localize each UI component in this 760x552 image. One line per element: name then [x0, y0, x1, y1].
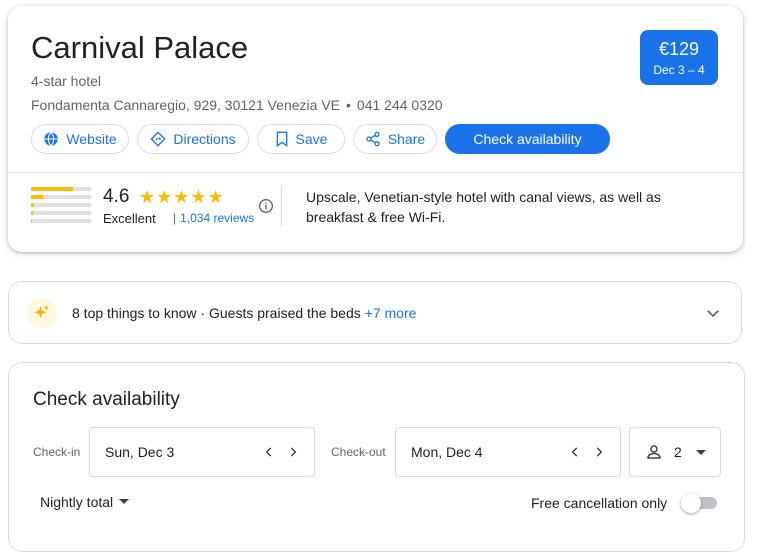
website-button[interactable]: Website: [31, 124, 129, 154]
guests-selector[interactable]: 2: [629, 427, 721, 477]
rating-distribution: [31, 187, 91, 227]
checkin-field[interactable]: Sun, Dec 3: [89, 427, 315, 477]
tips-separator: ·: [196, 305, 209, 321]
rating-bar-5: [31, 187, 91, 191]
person-icon: [647, 445, 661, 459]
check-availability-button[interactable]: Check availability: [445, 124, 610, 154]
price-amount: €129: [658, 39, 700, 59]
toggle-knob: [681, 493, 701, 513]
chevron-right-icon[interactable]: [592, 444, 606, 460]
checkout-label: Check-out: [331, 445, 386, 459]
rating-stars: ★★★★★: [139, 187, 225, 207]
rating-bar-1: [31, 219, 91, 223]
free-cancellation-toggle[interactable]: [681, 493, 717, 513]
check-availability-title: Check availability: [33, 389, 180, 410]
bookmark-icon: [276, 131, 287, 147]
hotel-class: 4-star hotel: [31, 73, 102, 89]
dropdown-arrow-icon: [119, 499, 130, 504]
chevron-down-icon[interactable]: [704, 304, 722, 322]
guests-count: 2: [674, 444, 682, 460]
chevron-left-icon[interactable]: [262, 444, 276, 460]
price-dates: Dec 3 – 4: [653, 63, 705, 77]
hotel-address: Fondamenta Cannaregio, 929, 30121 Venezi…: [31, 97, 341, 113]
rating-bar-4: [31, 195, 91, 199]
checkin-label: Check-in: [33, 445, 81, 459]
directions-icon: [150, 131, 166, 147]
hotel-phone[interactable]: 041 244 0320: [357, 97, 443, 113]
rating-bar-3: [31, 203, 91, 207]
save-label: Save: [295, 131, 328, 147]
nightly-total-dropdown[interactable]: Nightly total: [40, 494, 130, 510]
more-link[interactable]: +7 more: [365, 305, 417, 321]
info-icon[interactable]: [258, 198, 274, 214]
hotel-summary-card: Carnival Palace 4-star hotel Fondamenta …: [8, 6, 743, 252]
globe-icon: [44, 131, 58, 147]
rating-bar-2: [31, 211, 91, 215]
chevron-right-icon[interactable]: [286, 444, 300, 460]
share-icon: [366, 131, 380, 147]
share-label: Share: [387, 131, 426, 147]
check-availability-card: Check availability Check-in Sun, Dec 3 C…: [8, 362, 745, 552]
directions-label: Directions: [173, 131, 236, 147]
rating-bar-fill: [31, 187, 73, 191]
rating-bar-fill: [31, 219, 33, 223]
hotel-name: Carnival Palace: [31, 30, 249, 65]
reviews-count: 1,034 reviews: [180, 211, 255, 225]
hotel-description: Upscale, Venetian-style hotel with canal…: [306, 189, 661, 225]
reviews-separator: |: [173, 211, 177, 225]
price-button[interactable]: €129 Dec 3 – 4: [640, 30, 718, 85]
checkout-value: Mon, Dec 4: [411, 444, 483, 460]
hotel-address-line: Fondamenta Cannaregio, 929, 30121 Venezi…: [31, 97, 443, 113]
reviews-link[interactable]: | 1,034 reviews: [173, 211, 254, 225]
checkin-value: Sun, Dec 3: [105, 444, 175, 460]
address-separator: •: [346, 97, 351, 113]
top-things-card[interactable]: 8 top things to know · Guests praised th…: [8, 281, 742, 344]
share-button[interactable]: Share: [353, 124, 437, 154]
website-label: Website: [66, 131, 117, 147]
rating-bar-fill: [31, 195, 43, 199]
nightly-total-label: Nightly total: [40, 494, 114, 510]
rating-score: 4.6: [103, 186, 130, 207]
check-availability-label: Check availability: [473, 131, 582, 147]
free-cancellation-label: Free cancellation only: [531, 495, 668, 511]
sparkle-icon: [27, 298, 57, 328]
save-button[interactable]: Save: [257, 124, 345, 154]
rating-bar-fill: [31, 211, 33, 215]
rating-label: Excellent: [103, 211, 156, 226]
checkout-field[interactable]: Mon, Dec 4: [395, 427, 621, 477]
top-things-title: 8 top things to know: [72, 305, 197, 321]
top-things-text: 8 top things to know · Guests praised th…: [72, 305, 416, 321]
chevron-left-icon[interactable]: [568, 444, 582, 460]
top-things-highlight: Guests praised the beds: [208, 305, 361, 321]
divider: [8, 172, 743, 173]
rating-bar-fill: [31, 203, 34, 207]
dropdown-arrow-icon: [696, 450, 706, 455]
vertical-divider: [281, 185, 282, 227]
directions-button[interactable]: Directions: [137, 124, 249, 154]
